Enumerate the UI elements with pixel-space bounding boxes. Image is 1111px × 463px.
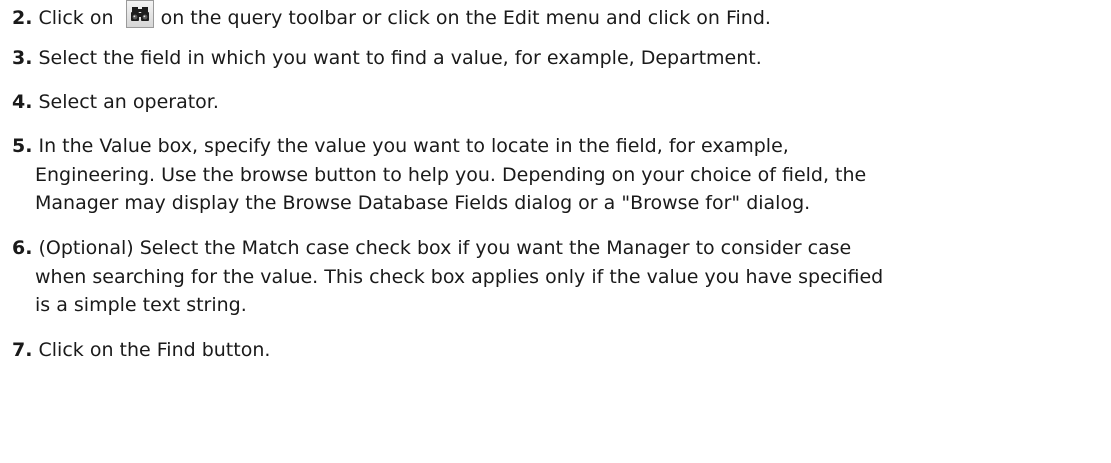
step-text: Click on the Find button. xyxy=(38,339,271,361)
step-number: 7. xyxy=(12,339,33,361)
step-2: 2. Click on on the query toolbar or clic… xyxy=(12,0,1092,33)
step-5: 5. In the Value box, specify the value y… xyxy=(12,132,1092,218)
step-number: 6. xyxy=(12,237,33,259)
step-number: 2. xyxy=(12,7,33,29)
step-text: Select an operator. xyxy=(38,91,219,113)
step-number: 3. xyxy=(12,47,33,69)
step-text: Select the field in which you want to fi… xyxy=(38,47,762,69)
step-text-line-3: is a simple text string. xyxy=(35,294,247,316)
step-4: 4. Select an operator. xyxy=(12,88,1092,117)
step-text-line-2: when searching for the value. This check… xyxy=(35,265,884,288)
step-text: Click on xyxy=(38,7,114,29)
step-6: 6. (Optional) Select the Match case chec… xyxy=(12,234,1092,320)
step-text-line-2: Engineering. Use the browse button to he… xyxy=(35,163,867,186)
step-text: on the query toolbar or click on the Edi… xyxy=(160,7,771,29)
binoculars-icon xyxy=(125,0,154,28)
step-7: 7. Click on the Find button. xyxy=(12,336,1092,365)
step-number: 4. xyxy=(12,91,33,113)
step-3: 3. Select the field in which you want to… xyxy=(12,44,1092,73)
step-text-line-1: In the Value box, specify the value you … xyxy=(38,135,789,157)
step-text-line-3: Manager may display the Browse Database … xyxy=(35,192,811,214)
step-text-line-1: (Optional) Select the Match case check b… xyxy=(38,237,852,259)
step-number: 5. xyxy=(12,135,33,157)
